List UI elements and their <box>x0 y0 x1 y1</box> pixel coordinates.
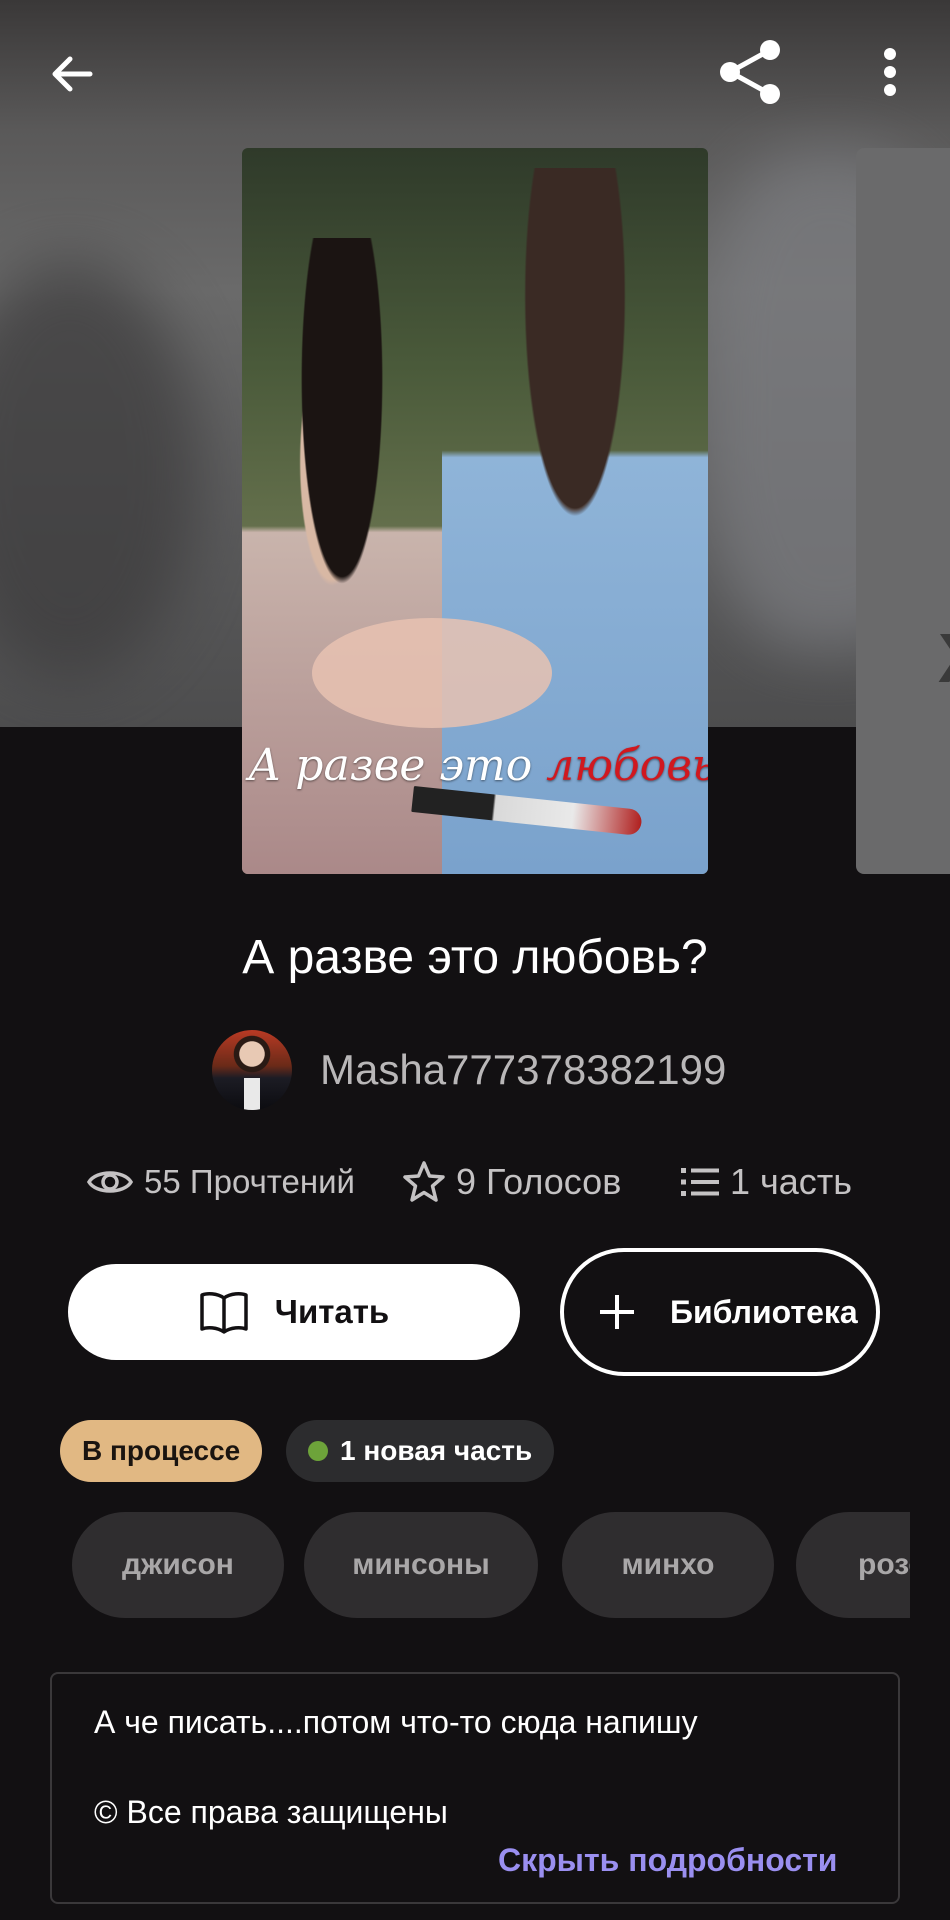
more-vertical-icon <box>884 48 896 96</box>
next-story-card[interactable]: X <box>856 148 950 874</box>
read-button-label: Читать <box>274 1293 390 1330</box>
back-button[interactable] <box>32 34 112 114</box>
story-title: А разве это любовь? <box>242 931 708 984</box>
stat-parts-label: 1 часть <box>730 1161 853 1202</box>
cover-title-art: А разве это любовь? <box>248 740 708 791</box>
plus-icon <box>600 1295 634 1329</box>
stat-reads-label: 55 Прочтений <box>144 1163 355 1200</box>
author-row[interactable]: Masha777378382199 <box>212 1030 726 1110</box>
new-dot-icon <box>308 1441 328 1461</box>
share-icon <box>720 40 780 104</box>
next-card-glyph: X <box>938 618 950 698</box>
top-bar <box>0 0 950 150</box>
status-badge: В процессе <box>60 1420 263 1482</box>
add-to-library-button[interactable]: Библиотека <box>560 1248 880 1376</box>
avatar[interactable] <box>212 1030 292 1110</box>
stat-votes: 9 Голосов <box>402 1152 621 1212</box>
story-stats: 55 Прочтений 9 Голосов 1 часть <box>0 1152 950 1212</box>
library-button-label: Библиотека <box>670 1294 858 1330</box>
copyright-text: © Все права защищены <box>94 1794 448 1830</box>
description-box: А че писать....потом что-то сюда напишу … <box>50 1672 900 1904</box>
tag-list: джисон минсоны минхо розовое <box>72 1512 910 1618</box>
new-parts-label: 1 новая часть <box>340 1435 533 1466</box>
new-parts-badge: 1 новая часть <box>286 1420 555 1482</box>
tag-chip[interactable]: минсоны <box>304 1512 538 1618</box>
book-open-icon <box>200 1292 248 1334</box>
list-icon <box>681 1168 719 1196</box>
arrow-left-icon <box>52 56 93 92</box>
hide-details-link[interactable]: Скрыть подробности <box>498 1842 837 1879</box>
stat-reads: 55 Прочтений <box>86 1152 355 1212</box>
author-name[interactable]: Masha777378382199 <box>320 1046 726 1094</box>
star-icon <box>403 1161 445 1202</box>
more-options-button[interactable] <box>850 32 930 112</box>
story-cover[interactable]: А разве это любовь? <box>242 148 708 874</box>
description-text: А че писать....потом что-то сюда напишу <box>94 1704 698 1740</box>
eye-icon <box>86 1171 134 1193</box>
stat-parts: 1 часть <box>680 1152 852 1212</box>
share-button[interactable] <box>710 32 790 112</box>
hero-blur-left <box>0 260 200 680</box>
stat-votes-label: 9 Голосов <box>456 1161 622 1202</box>
tag-chip[interactable]: розовое <box>796 1512 910 1618</box>
tag-chip[interactable]: минхо <box>562 1512 774 1618</box>
read-button[interactable]: Читать <box>68 1264 520 1360</box>
tag-chip[interactable]: джисон <box>72 1512 284 1618</box>
cover-hands <box>312 618 552 728</box>
